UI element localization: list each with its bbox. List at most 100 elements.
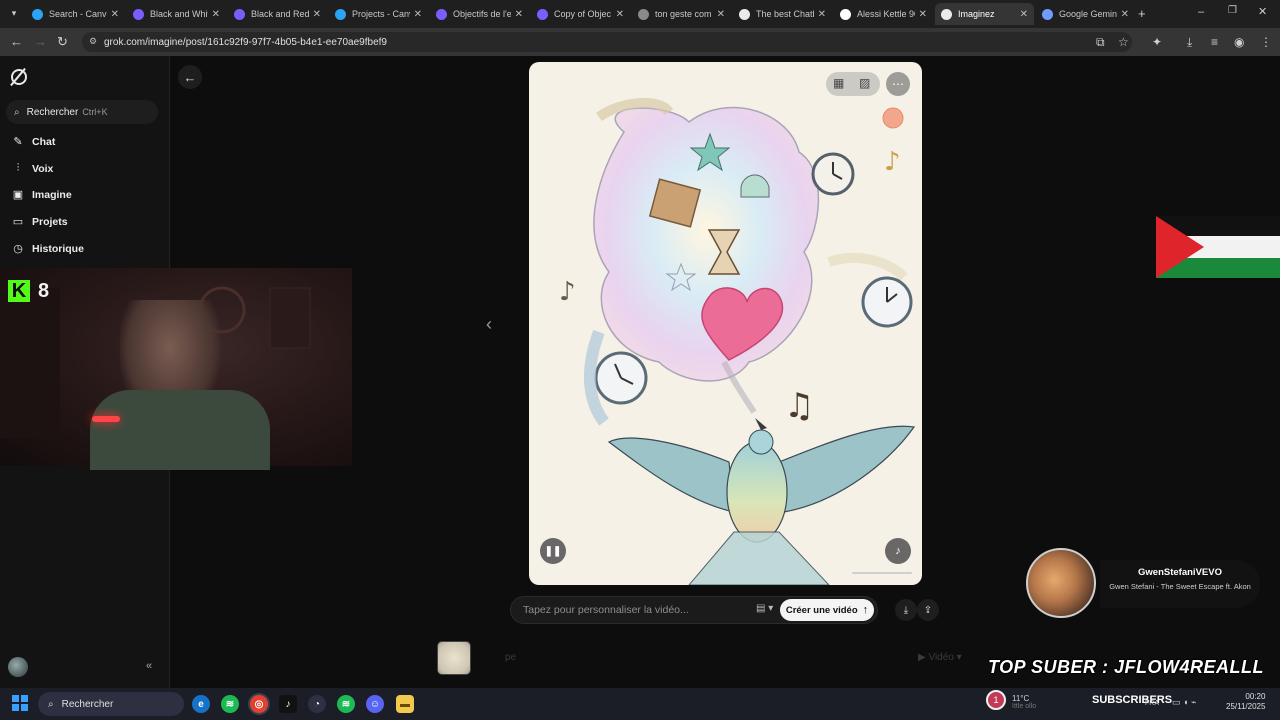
tab-close-icon[interactable]: ✕	[919, 9, 927, 20]
download-video-icon[interactable]: ⤓	[895, 599, 917, 621]
tab-label: Objectifs de l'e	[453, 9, 511, 19]
tiktok-icon[interactable]: ♪	[279, 695, 297, 713]
close-window-button[interactable]: ✕	[1258, 5, 1267, 18]
create-video-button[interactable]: Créer une vidéo ↑	[780, 599, 874, 621]
reload-icon[interactable]: ↻	[57, 34, 68, 50]
file-explorer-icon[interactable]: ▬	[396, 695, 414, 713]
collapse-sidebar-icon[interactable]: «	[146, 660, 152, 672]
discord-icon[interactable]: ☺	[366, 695, 384, 713]
back-arrow-icon[interactable]: ←	[10, 34, 23, 49]
tab-favicon-icon	[537, 8, 548, 20]
tab-label: ton geste com	[655, 9, 712, 19]
more-options-icon[interactable]: ⋯	[886, 72, 910, 96]
browser-tab[interactable]: Projects - Canv ✕	[329, 3, 428, 25]
tab-close-icon[interactable]: ✕	[717, 9, 725, 20]
previous-chevron-icon[interactable]: ‹	[486, 314, 492, 335]
browser-menu-icon[interactable]: ⋮	[1260, 35, 1272, 49]
folder-icon: ▭	[12, 216, 24, 228]
browser-tab[interactable]: Black and Whit ✕	[127, 3, 226, 25]
image-view-icon[interactable]: ▨	[859, 76, 870, 90]
sidebar-item-label: Projets	[32, 215, 68, 228]
tab-close-icon[interactable]: ✕	[313, 9, 321, 20]
back-button[interactable]: ←	[178, 65, 202, 89]
image-thumbnail[interactable]	[437, 641, 471, 675]
video-prompt-placeholder: Tapez pour personnaliser la vidéo...	[523, 604, 689, 616]
browser-tab[interactable]: Black and Red ✕	[228, 3, 327, 25]
sidebar-item-imagine[interactable]: ▣ Imagine	[12, 188, 72, 202]
svg-text:♪: ♪	[559, 277, 576, 307]
pause-button[interactable]: ❚❚	[540, 538, 566, 564]
sidebar-item-projets[interactable]: ▭ Projets	[12, 215, 68, 229]
faded-prompt-text: pe	[505, 652, 517, 663]
mode-select-icon[interactable]: ▤ ▾	[756, 603, 773, 614]
sidebar-search-label: Rechercher	[26, 106, 79, 118]
obs-icon[interactable]: ◔	[308, 695, 326, 713]
browser-tab[interactable]: ton geste com ✕	[632, 3, 731, 25]
top-suber-banner: TOP SUBER : JFLOW4REALLL	[988, 657, 1265, 677]
tab-close-icon[interactable]: ✕	[818, 9, 826, 20]
tab-close-icon[interactable]: ✕	[1020, 9, 1028, 20]
url-bar[interactable]: ⚙ grok.com/imagine/post/161c92f9-97f7-4b…	[82, 32, 1132, 52]
bird-body	[726, 441, 788, 543]
browser-tab[interactable]: Copy of Objec ✕	[531, 3, 630, 25]
tab-close-icon[interactable]: ✕	[515, 9, 523, 20]
minimize-button[interactable]: –	[1198, 6, 1204, 18]
sound-toggle-icon[interactable]: ♪	[885, 538, 911, 564]
forward-arrow-icon[interactable]: →	[34, 34, 47, 49]
sidebar-item-chat[interactable]: ✎ Chat	[12, 135, 55, 149]
subscribers-label: SUBSCRIBERS	[1092, 694, 1173, 706]
tab-close-icon[interactable]: ✕	[212, 9, 220, 20]
tab-label: The best Chatb	[756, 9, 814, 19]
maximize-button[interactable]: ❐	[1228, 5, 1237, 16]
tab-close-icon[interactable]: ✕	[1121, 9, 1129, 20]
spotify-icon[interactable]: ≋	[221, 695, 239, 713]
edge-icon[interactable]: e	[192, 695, 210, 713]
site-info-icon[interactable]: ⚙	[89, 36, 97, 47]
tab-close-icon[interactable]: ✕	[111, 9, 119, 20]
bird-left-wing	[607, 437, 735, 513]
sidebar-item-voix[interactable]: ⫶ Voix	[12, 162, 54, 175]
media-control-icon[interactable]: ≡	[1211, 35, 1218, 49]
chat-icon: ✎	[13, 136, 23, 148]
tab-label: Alessi Kettle 90	[857, 9, 915, 19]
bookmark-star-icon[interactable]: ☆	[1118, 35, 1129, 49]
video-view-icon[interactable]: ▦	[833, 76, 844, 90]
sidebar-item-historique[interactable]: ◷ Historique	[12, 242, 84, 256]
browser-tab[interactable]: Alessi Kettle 90 ✕	[834, 3, 933, 25]
bird-right-wing	[778, 425, 916, 513]
sidebar-search-shortcut: Ctrl+K	[82, 107, 108, 117]
taskbar-search-label: Rechercher	[61, 698, 114, 710]
download-icon[interactable]: ⤓	[1187, 35, 1192, 50]
weather-temperature: 11°C Ittle ollo	[1012, 694, 1037, 710]
grok-logo-icon[interactable]	[11, 69, 27, 85]
browser-tab[interactable]: Google Gemini ✕	[1036, 3, 1135, 25]
browser-tab[interactable]: The best Chatb ✕	[733, 3, 832, 25]
spotify-icon[interactable]: ≋	[337, 695, 355, 713]
sidebar-search[interactable]: ⌕ Rechercher Ctrl+K	[6, 100, 158, 124]
tab-list-menu-icon[interactable]: ▾	[6, 5, 22, 21]
chrome-icon[interactable]: ◎	[250, 695, 268, 713]
taskbar-search[interactable]: ⌕ Rechercher	[38, 692, 184, 716]
svg-text:♫: ♫	[784, 386, 814, 426]
sidebar-item-label: Historique	[32, 242, 84, 255]
taskbar-clock[interactable]: 00:20 25/11/2025	[1226, 692, 1265, 712]
tab-close-icon[interactable]: ✕	[616, 9, 624, 20]
install-app-icon[interactable]: ⧉	[1096, 35, 1105, 50]
svg-text:♪: ♪	[884, 147, 901, 177]
browser-tab[interactable]: Imaginez ✕	[935, 3, 1034, 25]
new-tab-button[interactable]: +	[1138, 6, 1146, 21]
tray-icons[interactable]: ▭ ◖ ⌁	[1172, 697, 1196, 708]
search-icon: ⌕	[48, 698, 54, 710]
extensions-icon[interactable]: ✦	[1152, 35, 1162, 49]
avatar[interactable]	[8, 657, 28, 677]
profile-icon[interactable]: ◉	[1234, 35, 1244, 49]
browser-tab[interactable]: Objectifs de l'e ✕	[430, 3, 529, 25]
share-icon[interactable]: ⇪	[917, 599, 939, 621]
language-indicator[interactable]: FRA	[1145, 700, 1159, 707]
browser-tab[interactable]: Search - Canva ✕	[26, 3, 125, 25]
video-progress-bar[interactable]	[852, 572, 912, 574]
sidebar-item-label: Imagine	[32, 188, 72, 201]
windows-start-icon[interactable]	[12, 695, 28, 711]
generated-video-card[interactable]: ♪ ♪ ♫	[529, 62, 922, 585]
tab-close-icon[interactable]: ✕	[414, 9, 422, 20]
